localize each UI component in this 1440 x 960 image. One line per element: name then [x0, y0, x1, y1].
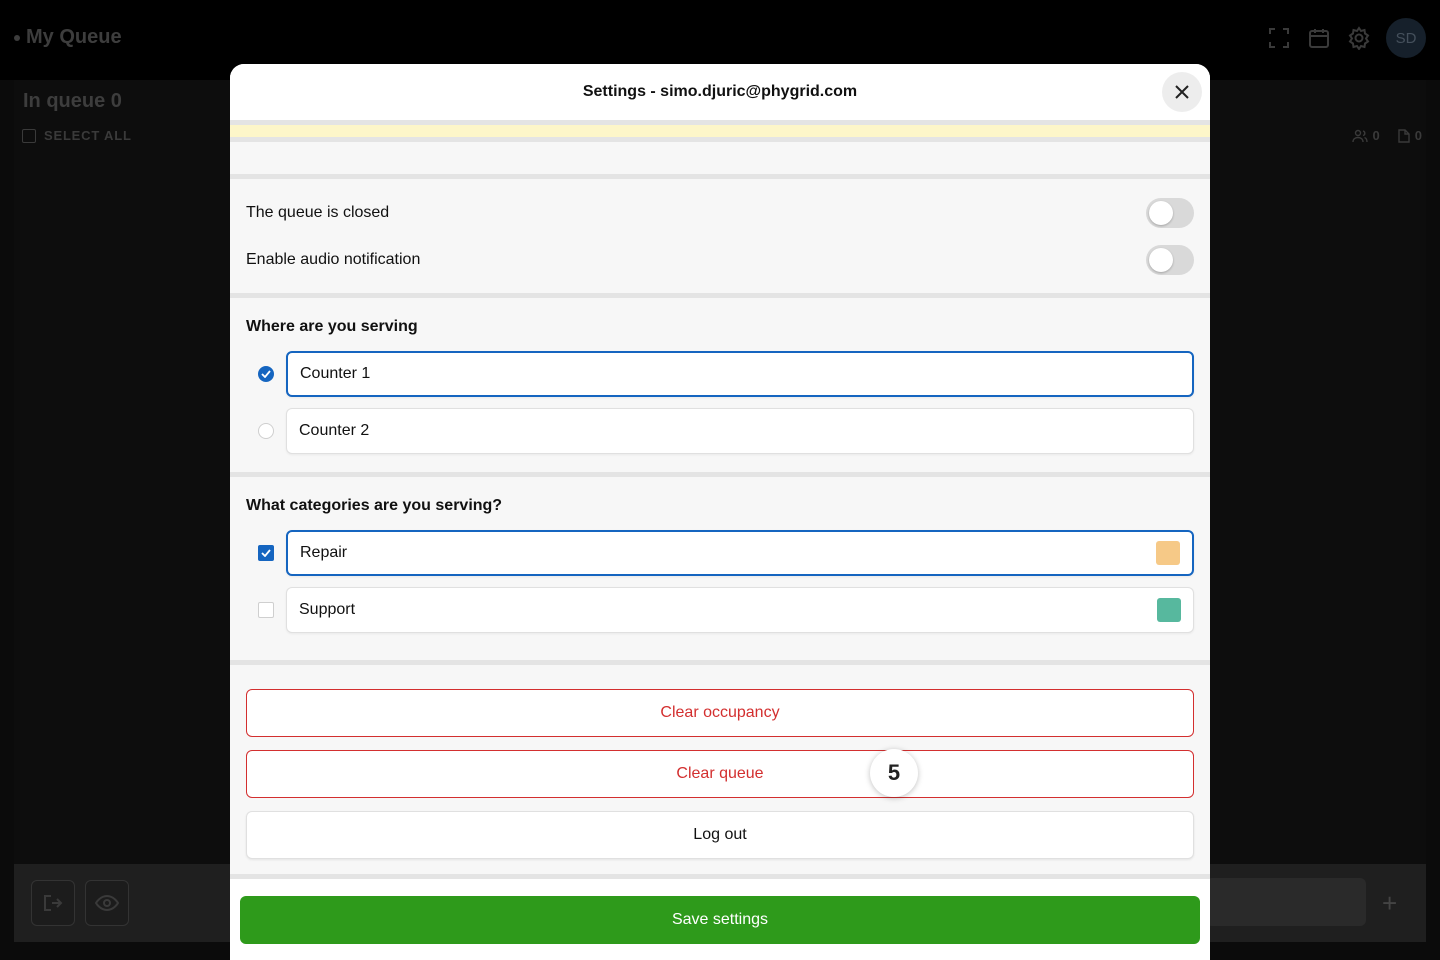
blank-section — [230, 142, 1210, 174]
step-badge: 5 — [870, 749, 918, 797]
repair-option[interactable]: Repair — [286, 530, 1194, 576]
status-dot — [14, 34, 20, 41]
check-icon — [261, 370, 271, 378]
toggle-label: Enable audio notification — [246, 250, 421, 268]
option-label: Repair — [300, 544, 348, 561]
counter-option[interactable]: Counter 1 — [246, 350, 1194, 398]
save-settings-button[interactable]: Save settings — [240, 896, 1200, 944]
category-color-swatch — [1156, 541, 1180, 565]
actions-section: Clear occupancy Clear queue Log out — [230, 665, 1210, 888]
clear-queue-button[interactable]: Clear queue — [246, 750, 1194, 798]
option-label: Counter 2 — [299, 422, 370, 439]
toggle-knob — [1149, 200, 1173, 225]
toggle-row-queue-closed: The queue is closed — [246, 189, 1194, 236]
counter-1-radio[interactable] — [258, 366, 274, 382]
category-color-swatch — [1157, 598, 1181, 622]
serving-section: Where are you serving Counter 1 Counter … — [230, 298, 1210, 472]
bottom-input[interactable] — [1206, 878, 1366, 926]
log-out-button[interactable]: Log out — [246, 811, 1194, 859]
support-checkbox[interactable] — [258, 602, 274, 618]
avatar[interactable]: SD — [1386, 18, 1426, 58]
queue-counts: 0 0 — [1351, 128, 1422, 143]
close-icon — [1175, 85, 1189, 99]
checkbox-wrap — [246, 602, 286, 618]
support-option[interactable]: Support — [286, 587, 1194, 633]
notice-banner — [230, 125, 1210, 137]
people-icon — [1351, 129, 1368, 142]
category-option[interactable]: Support — [246, 586, 1194, 634]
calendar-icon[interactable] — [1306, 25, 1332, 51]
eye-icon — [95, 895, 119, 911]
categories-title: What categories are you serving? — [246, 497, 503, 514]
fullscreen-icon[interactable] — [1266, 25, 1292, 51]
toggle-row-audio: Enable audio notification — [246, 236, 1194, 283]
select-all-checkbox[interactable] — [22, 128, 36, 143]
modal-footer: Save settings — [230, 874, 1210, 960]
repair-checkbox[interactable] — [258, 545, 274, 561]
toggle-label: The queue is closed — [246, 203, 390, 221]
app-title: My Queue — [14, 26, 122, 49]
counter-2-radio[interactable] — [258, 423, 274, 439]
category-option[interactable]: Repair — [246, 529, 1194, 577]
clear-occupancy-button[interactable]: Clear occupancy — [246, 689, 1194, 737]
counter-2-option[interactable]: Counter 2 — [286, 408, 1194, 454]
counter-1-option[interactable]: Counter 1 — [286, 351, 1194, 397]
select-all-label: SELECT ALL — [44, 128, 132, 143]
plus-icon[interactable]: + — [1382, 888, 1397, 919]
app-title-text: My Queue — [26, 26, 122, 48]
settings-modal: Settings - simo.djuric@phygrid.com The q… — [230, 64, 1210, 960]
categories-section: What categories are you serving? Repair … — [230, 477, 1210, 660]
visibility-button[interactable] — [85, 880, 129, 926]
gear-icon[interactable] — [1346, 25, 1372, 51]
checkbox-wrap — [246, 545, 286, 561]
counter-option[interactable]: Counter 2 — [246, 407, 1194, 455]
modal-header: Settings - simo.djuric@phygrid.com — [230, 64, 1210, 120]
docs-count: 0 — [1398, 128, 1422, 143]
radio-wrap — [246, 423, 286, 439]
select-all[interactable]: SELECT ALL — [22, 128, 132, 143]
people-count: 0 — [1351, 128, 1380, 143]
close-button[interactable] — [1162, 72, 1202, 112]
option-label: Counter 1 — [300, 365, 371, 382]
radio-wrap — [246, 366, 286, 382]
exit-icon — [44, 895, 63, 911]
toggles-section: The queue is closed Enable audio notific… — [230, 179, 1210, 293]
option-label: Support — [299, 601, 356, 618]
toggle-knob — [1149, 247, 1173, 272]
audio-notification-toggle[interactable] — [1146, 244, 1194, 275]
check-icon — [261, 549, 271, 557]
serving-title: Where are you serving — [246, 318, 418, 335]
in-queue-heading: In queue 0 — [23, 90, 122, 112]
exit-button[interactable] — [31, 880, 75, 926]
queue-closed-toggle[interactable] — [1146, 197, 1194, 228]
top-icons: SD — [1266, 18, 1426, 58]
document-icon — [1398, 128, 1410, 143]
modal-title: Settings - simo.djuric@phygrid.com — [582, 83, 858, 100]
